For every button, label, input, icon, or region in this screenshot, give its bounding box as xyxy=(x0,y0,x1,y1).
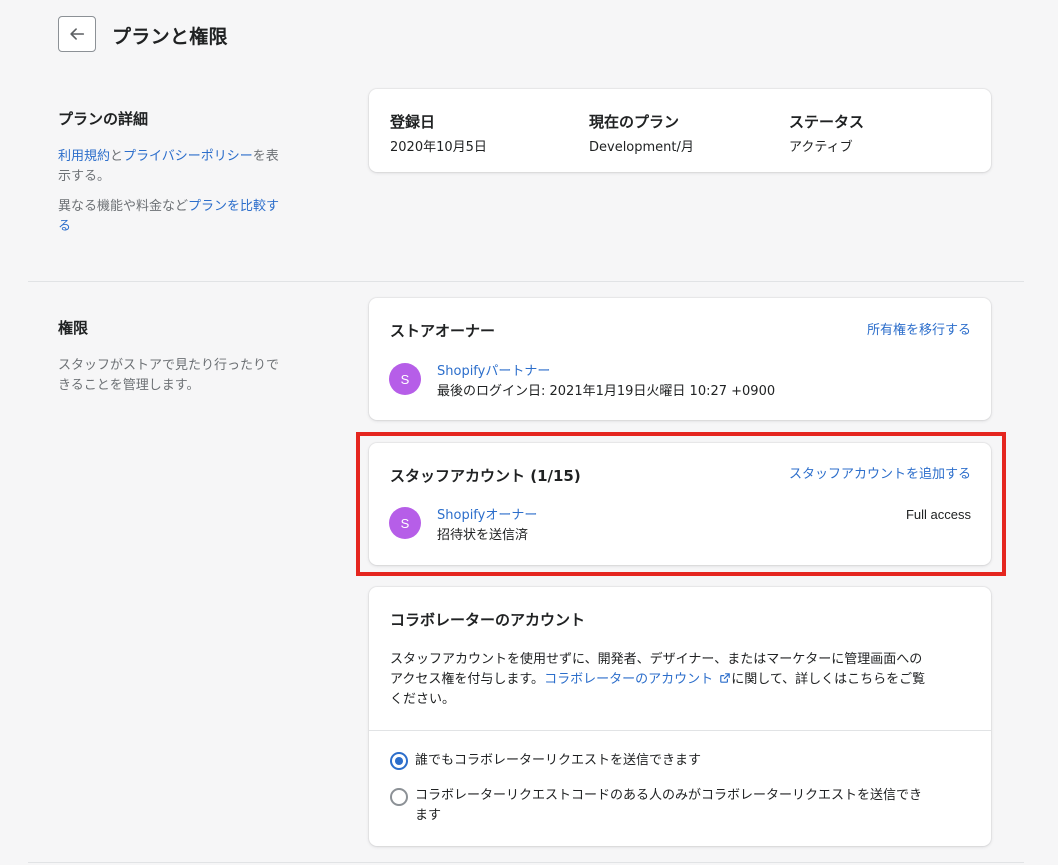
store-owner-card: ストアオーナー 所有権を移行する S Shopifyパートナー 最後のログイン日… xyxy=(369,298,991,420)
status-label: ステータス xyxy=(789,113,865,131)
option-code-only-line2: ます xyxy=(415,808,442,823)
option-code-only-label: コラボレーターリクエストコードのある人のみがコラボレーターリクエストを送信でき … xyxy=(415,786,922,826)
permissions-desc-2: きることを管理します。 xyxy=(58,378,200,393)
plan-section-title: プランの詳細 xyxy=(58,110,149,128)
permissions-section-title: 権限 xyxy=(58,319,89,337)
compare-prefix: 異なる機能や料金など xyxy=(58,199,189,214)
collaborator-title: コラボレーターのアカウント xyxy=(390,611,586,629)
arrow-left-icon xyxy=(70,28,85,40)
registered-label: 登録日 xyxy=(390,113,436,131)
and-text: と xyxy=(110,149,124,164)
compare-plans-link[interactable]: プランを比較す xyxy=(188,199,279,214)
staff-name-link[interactable]: Shopifyオーナー xyxy=(437,506,537,526)
registered-value: 2020年10月5日 xyxy=(390,140,487,155)
section-divider xyxy=(28,281,1024,282)
avatar: S xyxy=(389,507,421,539)
radio-code-only[interactable] xyxy=(390,788,408,806)
collaborator-accounts-link[interactable]: コラボレーターのアカウント xyxy=(544,672,731,687)
permissions-desc-1: スタッフがストアで見たり行ったりで xyxy=(58,358,280,373)
option-anyone-label: 誰でもコラボレーターリクエストを送信できます xyxy=(415,753,702,768)
staff-accounts-title: スタッフアカウント (1/15) xyxy=(390,467,581,485)
permissions-description: スタッフがストアで見たり行ったりで きることを管理します。 xyxy=(58,356,318,396)
collab-option-anyone[interactable]: 誰でもコラボレーターリクエストを送信できます xyxy=(390,751,701,771)
collaborator-description: スタッフアカウントを使用せずに、開発者、デザイナー、またはマーケターに管理画面へ… xyxy=(390,650,980,710)
owner-name-link[interactable]: Shopifyパートナー xyxy=(437,362,775,382)
avatar: S xyxy=(389,363,421,395)
collab-desc-2-prefix: アクセス権を付与します。 xyxy=(390,672,545,687)
bottom-divider xyxy=(28,862,1024,863)
compare-plans-link-cont[interactable]: る xyxy=(58,219,71,234)
card-divider xyxy=(369,730,991,731)
add-staff-account-link[interactable]: スタッフアカウントを追加する xyxy=(789,463,971,482)
privacy-link[interactable]: プライバシーポリシー xyxy=(123,149,253,164)
collab-link-text: コラボレーターのアカウント xyxy=(544,672,714,687)
staff-info: Shopifyオーナー 招待状を送信済 xyxy=(437,506,537,546)
current-plan-label: 現在のプラン xyxy=(589,113,680,131)
plan-terms-text: 利用規約とプライバシーポリシーを表 示する。 xyxy=(58,147,308,187)
terms-link[interactable]: 利用規約 xyxy=(58,149,110,164)
external-link-icon xyxy=(720,673,731,683)
current-plan-column: 現在のプラン Development/月 xyxy=(589,111,694,155)
staff-accounts-card: スタッフアカウント (1/15) スタッフアカウントを追加する S Shopif… xyxy=(369,443,991,565)
owner-info: Shopifyパートナー 最後のログイン日: 2021年1月19日火曜日 10:… xyxy=(437,362,775,402)
registered-column: 登録日 2020年10月5日 xyxy=(390,111,487,155)
collab-desc-1: スタッフアカウントを使用せずに、開発者、デザイナー、またはマーケターに管理画面へ… xyxy=(390,652,923,667)
view-text-2: 示する。 xyxy=(58,169,111,184)
staff-status-text: 招待状を送信済 xyxy=(437,528,529,543)
store-owner-title: ストアオーナー xyxy=(390,322,496,340)
back-button[interactable] xyxy=(58,16,96,52)
transfer-ownership-link[interactable]: 所有権を移行する xyxy=(867,319,971,338)
plan-details-card: 登録日 2020年10月5日 現在のプラン Development/月 ステータ… xyxy=(369,89,991,172)
collab-option-code-only[interactable]: コラボレーターリクエストコードのある人のみがコラボレーターリクエストを送信でき … xyxy=(390,786,980,826)
collab-desc-3: ください。 xyxy=(390,692,456,707)
plan-compare-text: 異なる機能や料金などプランを比較す る xyxy=(58,197,308,237)
radio-anyone[interactable] xyxy=(390,752,408,770)
view-text-1: を表 xyxy=(252,149,279,164)
option-code-only-line1: コラボレーターリクエストコードのある人のみがコラボレーターリクエストを送信でき xyxy=(415,788,923,803)
plan-section-info: プランの詳細 利用規約とプライバシーポリシーを表 示する。 異なる機能や料金など… xyxy=(58,108,308,237)
collaborator-card: コラボレーターのアカウント スタッフアカウントを使用せずに、開発者、デザイナー、… xyxy=(369,587,991,846)
permissions-section-info: 権限 スタッフがストアで見たり行ったりで きることを管理します。 xyxy=(58,317,318,396)
access-level-text: Full access xyxy=(905,507,971,522)
last-login-text: 最後のログイン日: 2021年1月19日火曜日 10:27 +0900 xyxy=(437,384,776,399)
collab-desc-2-suffix: に関して、詳しくはこちらをご覧 xyxy=(731,672,926,687)
status-column: ステータス アクティブ xyxy=(789,111,864,155)
current-plan-value: Development/月 xyxy=(589,140,694,155)
status-value: アクティブ xyxy=(789,140,853,155)
page-title: プランと権限 xyxy=(112,26,228,48)
